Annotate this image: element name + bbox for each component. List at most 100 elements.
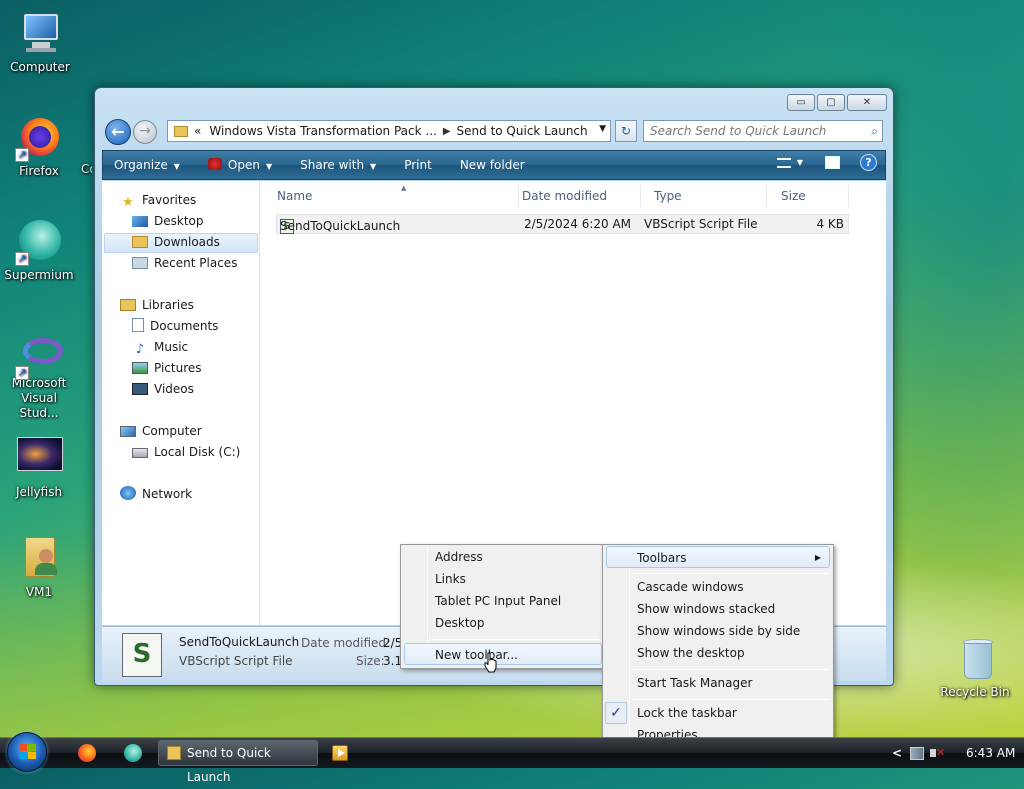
- nav-label: Libraries: [142, 298, 194, 312]
- column-size[interactable]: Size: [769, 185, 849, 207]
- desktop-icon-visual-studio[interactable]: ↗ Microsoft Visual Stud...: [0, 332, 79, 421]
- quick-launch-supermium-icon[interactable]: [124, 744, 144, 762]
- command-bar: Organize ▼ Open ▼ Share with ▼ Print New fo…: [102, 150, 886, 180]
- downloads-folder-icon: [132, 236, 148, 248]
- volume-muted-icon[interactable]: ✕: [930, 746, 945, 760]
- preview-pane-icon[interactable]: [825, 156, 840, 169]
- network-icon[interactable]: [910, 747, 924, 760]
- quick-launch-firefox-icon[interactable]: [78, 744, 98, 762]
- menu-item-show-the-desktop[interactable]: Show the desktop: [606, 642, 830, 664]
- desktop-icon-label: Co: [81, 162, 92, 176]
- menu-item-links[interactable]: Links: [404, 568, 600, 590]
- print-button[interactable]: Print: [390, 151, 446, 179]
- desktop-icon-supermium[interactable]: ↗ Supermium: [0, 218, 79, 283]
- nav-downloads[interactable]: Downloads: [132, 232, 220, 252]
- menu-item-address[interactable]: Address: [404, 546, 600, 568]
- jellyfish-image-icon: [15, 437, 63, 485]
- start-button[interactable]: [7, 732, 47, 772]
- share-with-button[interactable]: Share with ▼: [286, 151, 390, 179]
- help-icon[interactable]: ?: [860, 154, 877, 171]
- refresh-icon[interactable]: ↻: [615, 120, 637, 142]
- navigation-bar: ← → « Windows Vista Transformation Pack …: [103, 118, 887, 146]
- videos-icon: [132, 383, 148, 395]
- desktop-icon-recycle-bin[interactable]: Recycle Bin: [935, 637, 1015, 700]
- details-date-label: Date modified:: [301, 636, 391, 650]
- open-button[interactable]: Open ▼: [194, 151, 286, 179]
- nav-pictures[interactable]: Pictures: [132, 358, 202, 378]
- computer-icon: [120, 426, 136, 437]
- address-dropdown-icon[interactable]: ▼: [599, 124, 606, 134]
- vbscript-file-icon: S: [122, 633, 162, 677]
- nav-label: Videos: [154, 382, 194, 396]
- nav-computer[interactable]: Computer: [120, 421, 202, 441]
- menu-item-toolbars[interactable]: Toolbars ▶: [606, 546, 830, 568]
- taskbar-button-send-to-quick-launch[interactable]: Send to Quick Launch: [158, 740, 318, 784]
- desktop-icon-jellyfish[interactable]: Jellyfish: [0, 437, 79, 500]
- desktop-icon-label: VM1: [25, 585, 53, 599]
- menu-item-show-windows-side-by-side[interactable]: Show windows side by side: [606, 620, 830, 642]
- nav-local-disk[interactable]: Local Disk (C:): [132, 442, 240, 462]
- search-placeholder: Search Send to Quick Launch: [650, 124, 827, 138]
- breadcrumb-separator-icon[interactable]: ▶: [443, 126, 451, 137]
- search-icon[interactable]: ⌕: [871, 121, 878, 141]
- chevron-down-icon: ▼: [173, 162, 180, 171]
- nav-libraries[interactable]: Libraries: [120, 295, 194, 315]
- menu-item-show-windows-stacked[interactable]: Show windows stacked: [606, 598, 830, 620]
- nav-network[interactable]: Network: [120, 484, 192, 504]
- forward-button[interactable]: →: [133, 120, 157, 144]
- nav-label: Network: [142, 487, 193, 501]
- show-hidden-icons-button[interactable]: <: [892, 746, 902, 760]
- table-row[interactable]: S SendToQuickLaunch 2/5/2024 6:20 AM VBSc…: [276, 214, 849, 234]
- menu-separator: [633, 669, 829, 670]
- breadcrumb-vista-pack[interactable]: Windows Vista Transformation Pack ...: [209, 124, 436, 138]
- desktop-icon-computer[interactable]: Computer: [0, 10, 80, 75]
- menu-item-desktop[interactable]: Desktop: [404, 612, 600, 634]
- open-label: Open: [227, 158, 260, 172]
- new-folder-button[interactable]: New folder: [446, 151, 539, 179]
- nav-desktop[interactable]: Desktop: [132, 211, 204, 231]
- desktop-icon-vm1[interactable]: VM1: [0, 533, 79, 600]
- menu-item-start-task-manager[interactable]: Start Task Manager: [606, 672, 830, 694]
- clock[interactable]: 6:43 AM: [966, 746, 1015, 760]
- close-button[interactable]: ✕: [847, 94, 887, 111]
- desktop-icon-partial[interactable]: Co: [62, 162, 92, 177]
- nav-favorites[interactable]: ★ Favorites: [120, 190, 196, 210]
- desktop-icon-label: Supermium: [4, 268, 74, 282]
- maximize-button[interactable]: ▢: [817, 94, 845, 111]
- column-date-modified[interactable]: Date modified: [521, 185, 641, 207]
- menu-item-cascade-windows[interactable]: Cascade windows: [606, 576, 830, 598]
- minimize-button[interactable]: ▭: [787, 94, 815, 111]
- documents-icon: [132, 318, 144, 332]
- submenu-arrow-icon: ▶: [814, 553, 821, 562]
- nav-videos[interactable]: Videos: [132, 379, 194, 399]
- chevron-down-icon: ▼: [265, 162, 273, 171]
- desktop-icon-label: Computer: [10, 60, 70, 74]
- recent-places-icon: [132, 257, 148, 269]
- address-overflow-chevron[interactable]: «: [194, 124, 201, 138]
- menu-item-lock-the-taskbar[interactable]: Lock the taskbar: [606, 702, 830, 724]
- menu-item-new-toolbar[interactable]: New toolbar...: [404, 643, 602, 665]
- organize-button[interactable]: Organize ▼: [103, 151, 194, 179]
- column-type[interactable]: Type: [649, 185, 767, 207]
- breadcrumb-send-to-quick-launch[interactable]: Send to Quick Launch: [457, 124, 588, 138]
- nav-music[interactable]: ♪ Music: [132, 337, 188, 357]
- views-dropdown-icon[interactable]: ▼: [797, 158, 803, 167]
- back-button[interactable]: ←: [105, 119, 131, 145]
- address-bar[interactable]: « Windows Vista Transformation Pack ... …: [167, 120, 611, 142]
- music-icon: ♪: [135, 342, 145, 357]
- file-date: 2/5/2024 6:20 AM: [524, 217, 632, 231]
- menu-separator: [633, 699, 829, 700]
- details-file-name: SendToQuickLaunch: [179, 635, 300, 649]
- views-icon[interactable]: [776, 157, 791, 168]
- nav-documents[interactable]: Documents: [132, 316, 218, 336]
- column-name[interactable]: Name ▲: [261, 184, 519, 207]
- taskbar: Send to Quick Launch < ✕ 6:43 AM: [0, 732, 1024, 784]
- column-label: Name: [277, 189, 313, 203]
- search-input[interactable]: Search Send to Quick Launch ⌕: [643, 120, 883, 142]
- nav-recent-places[interactable]: Recent Places: [132, 253, 237, 273]
- menu-item-tablet-pc-input-panel[interactable]: Tablet PC Input Panel: [404, 590, 600, 612]
- view-controls: ▼ ?: [776, 154, 877, 171]
- media-player-icon[interactable]: [332, 745, 348, 761]
- menu-item-label: Toolbars: [637, 551, 687, 565]
- sort-ascending-icon: ▲: [401, 184, 407, 192]
